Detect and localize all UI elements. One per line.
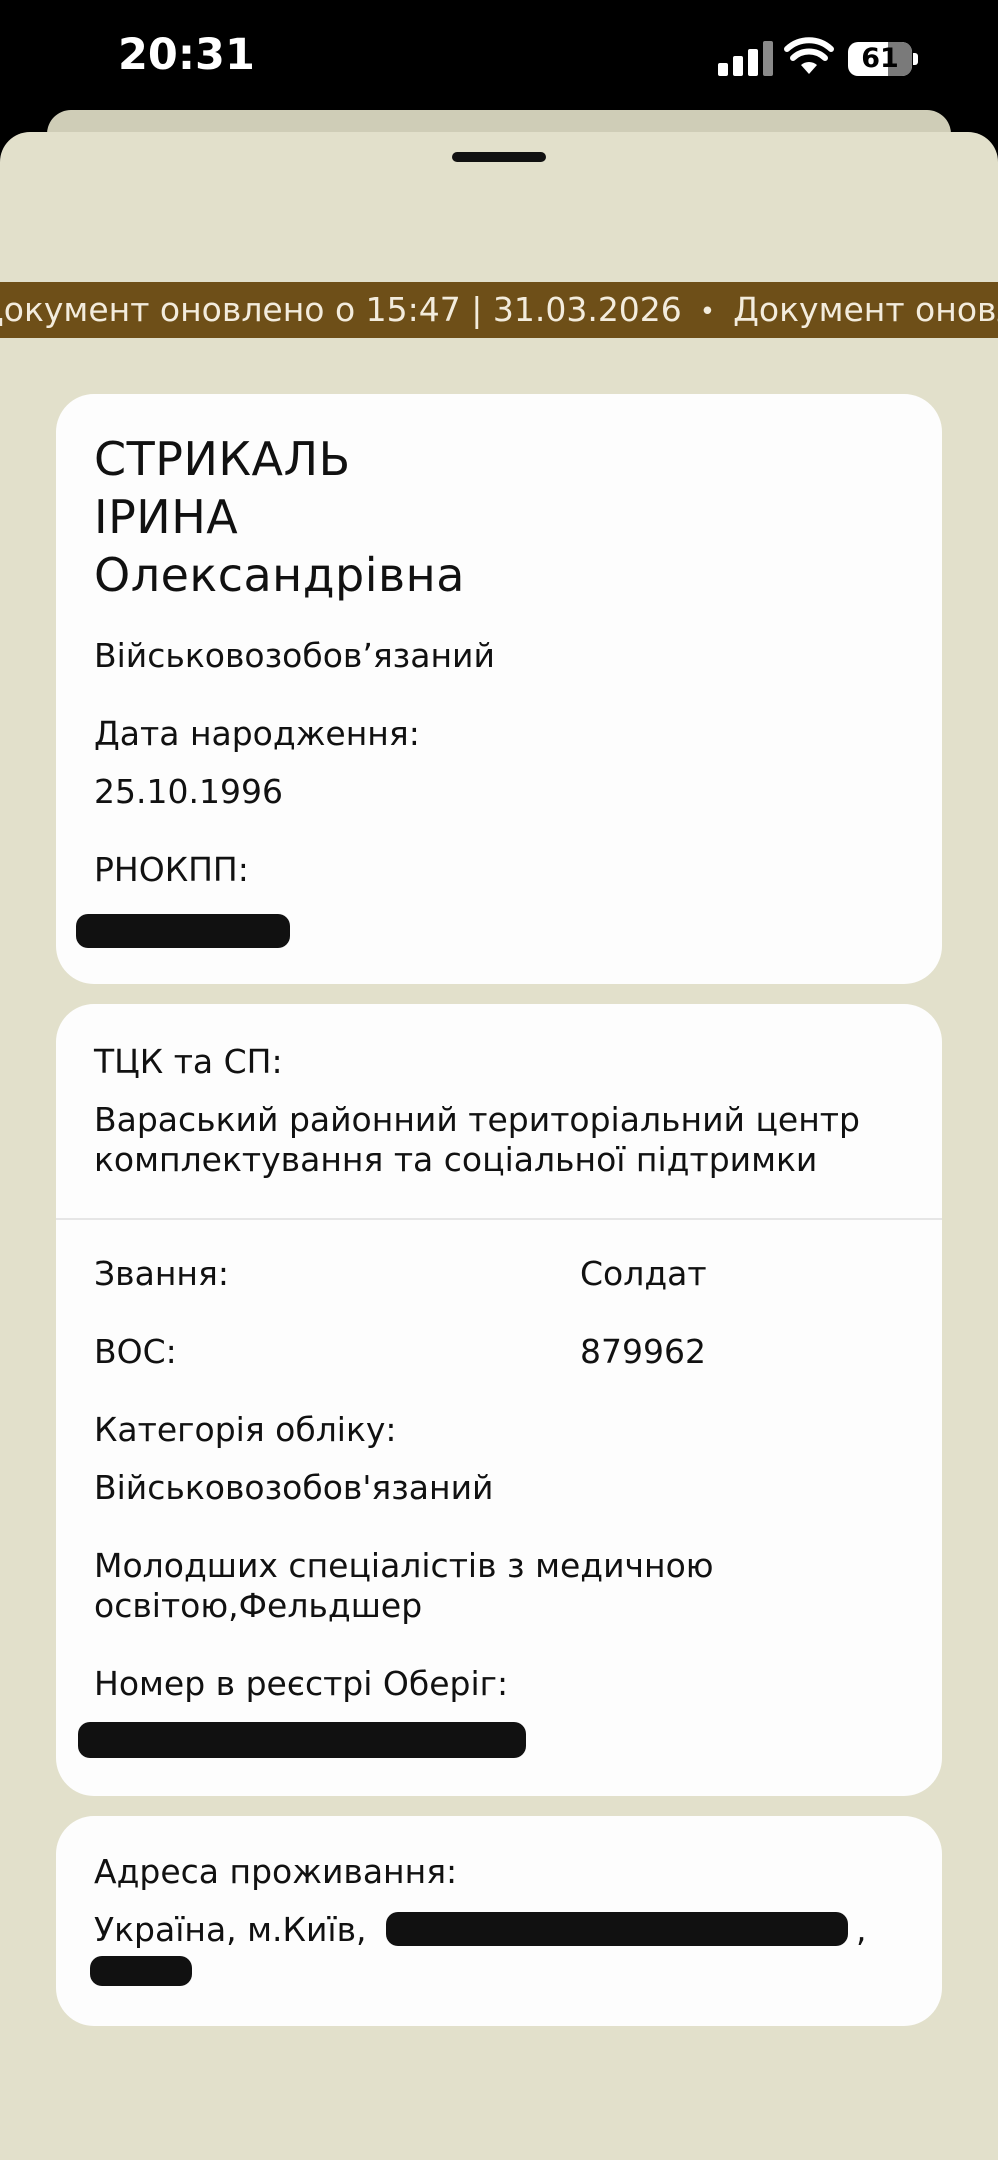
address-start: Україна, м.Київ, — [94, 1910, 367, 1949]
birth-date: 25.10.1996 — [94, 772, 283, 811]
battery-level: 61 — [861, 43, 899, 74]
sheet-grabber[interactable] — [452, 152, 546, 162]
person-status: Військовозобов’язаний — [94, 636, 495, 675]
section-divider — [56, 1218, 942, 1220]
registry-label: Номер в реєстрі Оберіг: — [94, 1664, 509, 1703]
birth-date-label: Дата народження: — [94, 714, 420, 753]
tck-name-line1: Вараський районний територіальний центр — [94, 1100, 860, 1139]
ticker-text-repeat: Документ оновлено о 15:47 | 31.03.2026 — [733, 290, 998, 329]
vos-label: ВОС: — [94, 1332, 177, 1371]
wifi-icon — [784, 37, 834, 74]
update-ticker: Документ оновлено о 15:47 | 31.03.2026 • Д… — [0, 282, 998, 338]
address-label: Адреса проживання: — [94, 1852, 458, 1891]
personal-info-card: СТРИКАЛЬ ІРИНА Олександрівна Військовозо… — [56, 394, 942, 984]
ticker-text: Документ оновлено о 15:47 | 31.03.2026 — [0, 290, 682, 329]
address-end: , — [856, 1910, 867, 1949]
category-value: Військовозобов'язаний — [94, 1468, 494, 1507]
registry-number-redaction — [78, 1722, 526, 1758]
tax-id-redaction — [76, 914, 290, 948]
address-redaction-2 — [90, 1956, 192, 1986]
rank-label: Звання: — [94, 1254, 229, 1293]
military-info-card: ТЦК та СП: Вараський районний територіал… — [56, 1004, 942, 1796]
tck-label: ТЦК та СП: — [94, 1042, 283, 1081]
tck-name-line2: комплектування та соціальної підтримки — [94, 1140, 818, 1179]
surname: СТРИКАЛЬ — [94, 432, 351, 486]
status-time: 20:31 — [118, 30, 255, 80]
tax-id-label: РНОКПП: — [94, 850, 249, 889]
document-sheet[interactable]: Документ оновлено о 15:47 | 31.03.2026 • Д… — [0, 132, 998, 2160]
battery-icon: 61 — [848, 42, 918, 76]
signal-icon — [718, 40, 774, 76]
category-label: Категорія обліку: — [94, 1410, 397, 1449]
rank-value: Солдат — [580, 1254, 707, 1293]
ticker-separator: • — [699, 296, 716, 327]
first-name: ІРИНА — [94, 490, 239, 544]
vos-value: 879962 — [580, 1332, 706, 1371]
status-bar: 20:31 61 — [0, 0, 998, 120]
address-card: Адреса проживання: Україна, м.Київ, , — [56, 1816, 942, 2026]
patronymic: Олександрівна — [94, 548, 465, 602]
speciality-line2: освітою,Фельдшер — [94, 1586, 423, 1625]
speciality-line1: Молодших спеціалістів з медичною — [94, 1546, 714, 1585]
address-redaction — [386, 1912, 848, 1946]
